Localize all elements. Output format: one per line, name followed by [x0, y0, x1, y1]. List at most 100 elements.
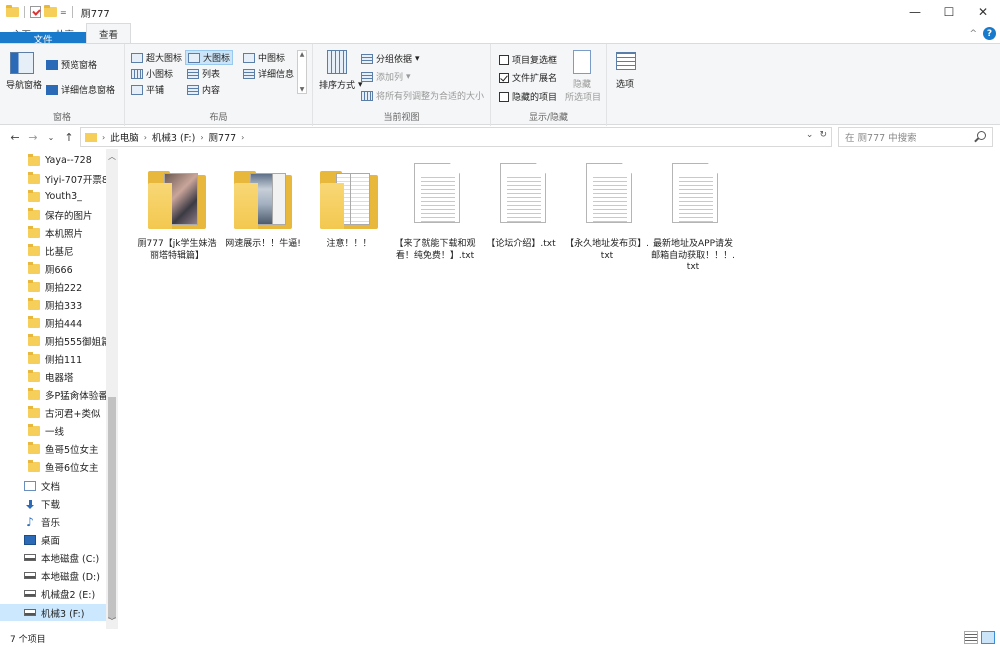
recent-locations-button[interactable]: ⌄ — [42, 133, 60, 142]
item-checkboxes-toggle[interactable]: 项目复选框 — [499, 53, 557, 66]
nav-folder[interactable]: Yiyi-707开票8. — [28, 170, 108, 187]
nav-folder[interactable]: 古河君+类似 — [28, 404, 108, 421]
file-item[interactable]: 最新地址及APP请发邮箱自动获取！！！.txt — [650, 157, 736, 274]
nav-folder[interactable]: 厕666 — [28, 260, 108, 277]
selected-items-button[interactable]: 所选项目 — [565, 90, 601, 103]
nav-folder[interactable]: 鱼哥6位女主 — [28, 458, 108, 475]
nav-folder[interactable]: Youth3_ — [28, 188, 108, 205]
chevron-up-icon[interactable]: ︿ — [106, 151, 118, 162]
layout-small-icons[interactable]: 小图标 — [131, 67, 173, 80]
nav-drive-d[interactable]: 本地磁盘 (D:) — [24, 567, 104, 584]
group-by-button[interactable]: 分组依据 ▾ — [361, 52, 420, 65]
nav-drive-f[interactable]: 机械3 (F:) — [0, 604, 106, 621]
nav-folder[interactable]: 比基尼 — [28, 242, 108, 259]
file-item[interactable]: 【论坛介绍】.txt — [478, 157, 564, 251]
nav-folder[interactable]: 侧拍111 — [28, 350, 108, 367]
chevron-down-icon[interactable]: ﹀ — [106, 616, 118, 627]
nav-folder[interactable]: 电器塔 — [28, 368, 108, 385]
hidden-items-toggle[interactable]: 隐藏的项目 — [499, 90, 557, 103]
file-item[interactable]: 网速展示！！牛逼! — [220, 157, 306, 251]
file-extensions-toggle[interactable]: 文件扩展名 — [499, 71, 557, 84]
nav-music[interactable]: ♪ 音乐 — [24, 513, 104, 530]
breadcrumb-drive[interactable]: 机械3 (F:) — [152, 130, 195, 144]
hide-button[interactable]: 隐藏 — [573, 77, 591, 90]
new-folder-icon[interactable] — [44, 5, 57, 17]
file-item[interactable]: 注意！！！ — [306, 157, 392, 251]
nav-folder[interactable]: 厕拍333 — [28, 296, 108, 313]
folder-thumbnail — [306, 157, 392, 233]
help-icon[interactable]: ? — [983, 27, 996, 40]
file-item[interactable]: 【来了就能下载和观看！纯免费！】.txt — [392, 157, 478, 262]
layout-extra-large-icons[interactable]: 超大图标 — [131, 51, 182, 64]
navigation-pane-label: 导航窗格 — [6, 81, 43, 91]
nav-folder[interactable]: 厕拍555御姐篇 — [28, 332, 108, 349]
nav-folder-label: 电器塔 — [45, 372, 74, 384]
nav-folder[interactable]: 多P猛肏体验番 — [28, 386, 108, 403]
nav-folder[interactable]: 本机照片 — [28, 224, 108, 241]
close-button[interactable]: ✕ — [966, 0, 1000, 24]
chevron-down-icon[interactable]: ▼ — [300, 86, 305, 93]
nav-folder[interactable]: 保存的图片 — [28, 206, 108, 223]
nav-folder[interactable]: 厕拍444 — [28, 314, 108, 331]
up-button[interactable]: ↑ — [60, 131, 78, 144]
chevron-right-icon[interactable]: › — [102, 133, 105, 142]
fit-columns-button[interactable]: 将所有列调整为合适的大小 — [361, 89, 484, 102]
maximize-button[interactable]: ☐ — [932, 0, 966, 24]
add-columns-icon — [361, 71, 373, 82]
nav-folder[interactable]: 厕拍222 — [28, 278, 108, 295]
back-button[interactable]: ← — [6, 131, 24, 144]
hidden-items-checkbox[interactable] — [499, 91, 509, 102]
search-icon[interactable] — [977, 131, 986, 140]
layout-tiles[interactable]: 平铺 — [131, 83, 164, 96]
tab-view[interactable]: 查看 — [86, 23, 132, 43]
layout-medium-icons[interactable]: 中图标 — [243, 51, 285, 64]
add-columns-button[interactable]: 添加列 ▾ — [361, 70, 411, 83]
nav-documents[interactable]: 文档 — [24, 477, 104, 494]
nav-downloads[interactable]: 下载 — [24, 495, 104, 512]
file-item[interactable]: 厕777【jk学生妹浩丽塔特辑篇】 — [134, 157, 220, 262]
file-extensions-checkbox[interactable] — [499, 72, 509, 83]
layout-list[interactable]: 列表 — [187, 67, 220, 80]
large-icons-view-icon[interactable] — [981, 631, 995, 644]
sort-by-button[interactable]: 排序方式 ▾ — [319, 78, 363, 92]
breadcrumb-this-pc[interactable]: 此电脑 — [110, 130, 139, 144]
chevron-up-icon[interactable]: ▲ — [300, 51, 305, 58]
address-bar[interactable]: › 此电脑 › 机械3 (F:) › 厕777 › ⌄ ↻ — [80, 127, 832, 147]
layout-details[interactable]: 详细信息 — [243, 67, 294, 80]
chevron-right-icon[interactable]: › — [200, 133, 203, 142]
file-item[interactable]: 【永久地址发布页】.txt — [564, 157, 650, 262]
nav-folder-label: 侧拍111 — [45, 354, 83, 366]
layout-content[interactable]: 内容 — [187, 83, 220, 96]
chevron-right-icon[interactable]: › — [241, 133, 244, 142]
scrollbar-thumb[interactable] — [108, 397, 116, 619]
navigation-pane-button[interactable]: 导航窗格 — [6, 78, 42, 91]
details-pane-button[interactable]: 详细信息窗格 — [46, 83, 115, 96]
preview-pane-button[interactable]: 预览窗格 — [46, 58, 97, 71]
search-box[interactable]: 在 厕777 中搜索 — [838, 127, 993, 147]
nav-folder-label: 本机照片 — [45, 228, 84, 240]
details-view-icon[interactable] — [964, 631, 978, 644]
chevron-right-icon[interactable]: › — [144, 133, 147, 142]
layout-large-icons[interactable]: 大图标 — [185, 50, 234, 65]
nav-pane-scrollbar[interactable]: ︿ ﹀ — [106, 149, 118, 629]
nav-folder[interactable]: 鱼哥5位女主 — [28, 440, 108, 457]
nav-folder[interactable]: 一线 — [28, 422, 108, 439]
nav-folder[interactable]: Yaya--728 — [28, 152, 108, 169]
item-checkboxes-checkbox[interactable] — [499, 54, 509, 65]
layout-gallery-scroll[interactable]: ▲ ▼ — [297, 50, 307, 94]
forward-button[interactable]: → — [24, 131, 42, 144]
layout-details-label: 详细信息 — [258, 70, 295, 80]
address-bar-row: ← → ⌄ ↑ › 此电脑 › 机械3 (F:) › 厕777 › ⌄ ↻ 在 … — [0, 126, 1000, 148]
nav-drive-c[interactable]: 本地磁盘 (C:) — [24, 549, 104, 566]
address-history-dropdown[interactable]: ⌄ — [806, 130, 814, 140]
breadcrumb-current-folder[interactable]: 厕777 — [209, 130, 237, 144]
nav-desktop[interactable]: 桌面 — [24, 531, 104, 548]
customize-qat-button[interactable]: = — [60, 8, 67, 17]
minimize-button[interactable]: — — [898, 0, 932, 24]
refresh-icon[interactable]: ↻ — [819, 130, 827, 140]
collapse-ribbon-icon[interactable]: ^ — [969, 29, 977, 39]
nav-music-label: 音乐 — [41, 517, 61, 529]
options-button[interactable]: 选项 — [616, 77, 634, 90]
nav-drive-e[interactable]: 机械盘2 (E:) — [24, 585, 104, 602]
properties-icon[interactable] — [30, 6, 41, 18]
